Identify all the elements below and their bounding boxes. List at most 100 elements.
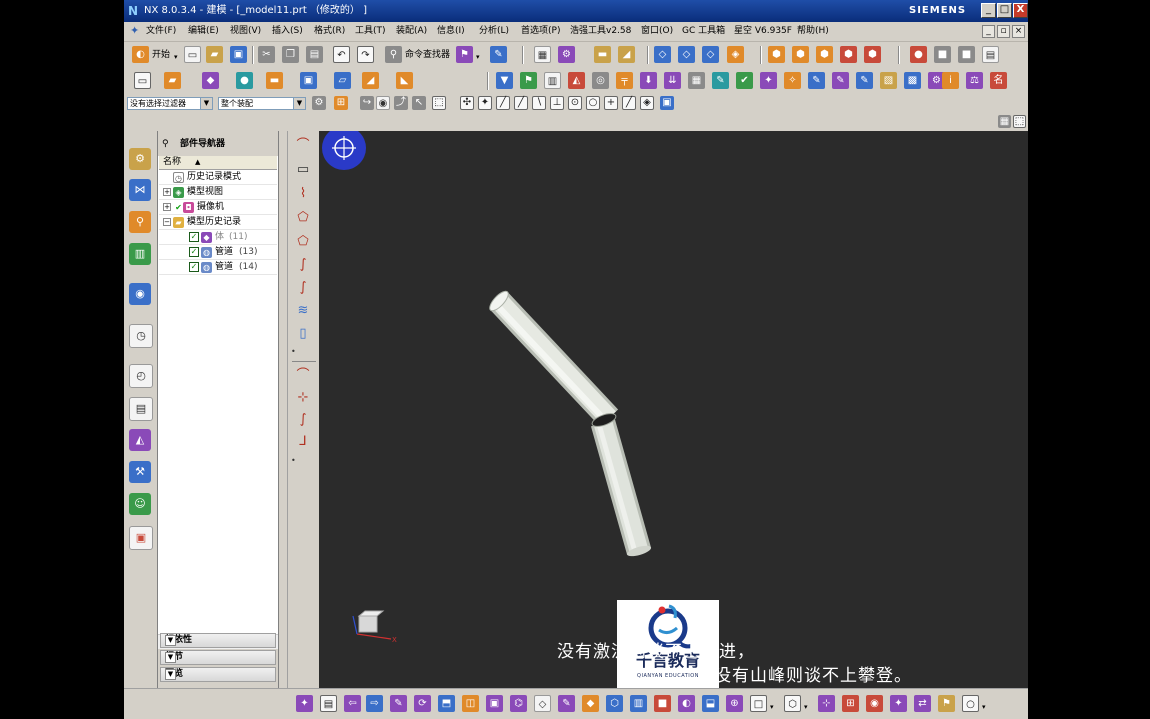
close-button[interactable]: X — [1013, 3, 1028, 18]
fillet-curve-icon[interactable]: ⬠ — [294, 233, 312, 251]
constraint-navigator-icon[interactable]: ⋈ — [129, 179, 151, 201]
solid-tool-2-icon[interactable]: ⬢ — [792, 46, 809, 63]
snap-point-icon[interactable]: ⊞ — [334, 96, 348, 110]
tool-k-icon[interactable]: ⚖ — [966, 72, 983, 89]
surface-tool-2-icon[interactable]: ◇ — [678, 46, 695, 63]
tool-f-icon[interactable]: ✎ — [832, 72, 849, 89]
chamfer-icon[interactable]: ◣ — [396, 72, 413, 89]
flag-icon[interactable]: ⚑ — [938, 695, 955, 712]
link-icon[interactable]: ↪ — [360, 96, 374, 110]
pan-icon[interactable]: ✎ — [390, 695, 407, 712]
bounded-grid-icon[interactable]: ▣ — [660, 96, 674, 110]
minimize-button[interactable]: _ — [981, 3, 996, 18]
document-icon[interactable]: ▤ — [982, 46, 999, 63]
point-on-curve-icon[interactable]: ╱ — [622, 96, 636, 110]
name-column-header[interactable]: 名称 ▲ — [159, 156, 277, 170]
hexagon-dropdown-icon[interactable]: ▾ — [804, 703, 808, 711]
tree-item-history-mode[interactable]: ◷ 历史记录模式 — [159, 170, 277, 185]
wrap-icon[interactable]: ⬇ — [640, 72, 657, 89]
pattern-icon[interactable]: ▣ — [300, 72, 317, 89]
open-folder-icon[interactable]: ▰ — [206, 46, 223, 63]
menu-edit[interactable]: 编辑(E) — [188, 25, 219, 38]
mirror-icon[interactable]: ◭ — [568, 72, 585, 89]
grid-toggle-icon[interactable]: ⊞ — [842, 695, 859, 712]
trim-curve-icon[interactable]: ⌒ — [294, 367, 312, 385]
cut-icon[interactable]: ✂ — [258, 46, 275, 63]
assembly-constraint-icon[interactable]: ╤ — [616, 72, 633, 89]
type-filter-select[interactable]: 没有选择过滤器 ▼ — [127, 97, 213, 110]
dependencies-panel[interactable]: 相依性 ▼ — [160, 633, 276, 648]
pin-icon[interactable]: ⚲ — [162, 136, 169, 152]
pick-icon[interactable]: ⤴ — [394, 96, 408, 110]
edge-display-icon[interactable]: ▥ — [630, 695, 647, 712]
history-icon[interactable]: ◷ — [129, 324, 153, 348]
menu-window[interactable]: 窗口(O) — [641, 25, 673, 38]
layer-settings-icon[interactable]: ▦ — [534, 46, 551, 63]
undo-icon[interactable]: ↶ — [333, 46, 350, 63]
render-style-icon[interactable]: ✎ — [558, 695, 575, 712]
icam-icon[interactable]: i — [942, 72, 959, 89]
solid-tool-5-icon[interactable]: ⬢ — [864, 46, 881, 63]
copy-icon[interactable]: ❐ — [282, 46, 299, 63]
arrow-down-icon[interactable]: ▼ — [496, 72, 513, 89]
new-file-icon[interactable]: ▭ — [184, 46, 201, 63]
arrow-left-icon[interactable]: ⇦ — [344, 695, 361, 712]
doc-minimize-button[interactable]: _ — [982, 25, 995, 38]
tool-e-icon[interactable]: ✎ — [808, 72, 825, 89]
quadrant-icon[interactable]: ○ — [586, 96, 600, 110]
line-snap-icon[interactable]: ╱ — [496, 96, 510, 110]
redo-icon[interactable]: ↷ — [357, 46, 374, 63]
cube-view-icon[interactable]: ▣ — [486, 695, 503, 712]
layer-visible-icon[interactable]: ◉ — [866, 695, 883, 712]
surface-tool-4-icon[interactable]: ◈ — [727, 46, 744, 63]
isometric-icon[interactable]: ◇ — [534, 695, 551, 712]
details-panel[interactable]: 细节 ▼ — [160, 650, 276, 665]
circle-icon[interactable]: ○ — [962, 695, 979, 712]
bridge-curve-icon[interactable]: ⅃ — [294, 433, 312, 451]
view-layout-icon[interactable]: ▦ — [998, 115, 1011, 128]
perspective-icon[interactable]: ◫ — [462, 695, 479, 712]
reuse-library-icon[interactable]: ▥ — [129, 243, 151, 265]
coordinate-icon[interactable]: ⊹ — [818, 695, 835, 712]
selection-dropdown-icon[interactable]: ▾ — [476, 53, 480, 61]
trimetric-icon[interactable]: ⌬ — [510, 695, 527, 712]
spline-icon[interactable]: ∫ — [294, 256, 312, 274]
mid-point-icon[interactable]: ╱ — [514, 96, 528, 110]
tree-item-tube-13[interactable]: ✓ ◍ 管道 (13) — [159, 245, 277, 260]
more-icon[interactable]: • — [291, 456, 296, 465]
menu-view[interactable]: 视图(V) — [230, 25, 261, 38]
arc-center-icon[interactable]: ⊙ — [568, 96, 582, 110]
view-icon[interactable]: ◉ — [376, 96, 390, 110]
extrude-icon[interactable]: ▰ — [164, 72, 181, 89]
assembly-navigator-icon[interactable]: ⚙ — [129, 148, 151, 170]
section-icon[interactable]: ◐ — [678, 695, 695, 712]
book-icon[interactable]: ▥ — [544, 72, 561, 89]
web-browser-icon[interactable]: ◉ — [129, 283, 151, 305]
menu-tools[interactable]: 工具(T) — [355, 25, 386, 38]
solid-tool-3-icon[interactable]: ⬢ — [816, 46, 833, 63]
revolve-icon[interactable]: ◆ — [202, 72, 219, 89]
tool-a-icon[interactable]: ✎ — [712, 72, 729, 89]
tree-item-body[interactable]: ✓ ◆ 体 (11) — [159, 230, 277, 245]
menu-analysis[interactable]: 分析(L) — [479, 25, 509, 38]
display-settings-icon[interactable]: ⚙ — [558, 46, 575, 63]
tree-item-model-history[interactable]: − ▰ 模型历史记录 — [159, 215, 277, 230]
chevron-down-icon[interactable]: ▼ — [293, 98, 305, 109]
rectangle-select-icon[interactable]: ⬚ — [432, 96, 446, 110]
menu-assemblies[interactable]: 装配(A) — [396, 25, 427, 38]
polygon-icon[interactable]: ⬠ — [294, 209, 312, 227]
surface-tool-1-icon[interactable]: ◇ — [654, 46, 671, 63]
snapshot-view-icon[interactable]: ⊕ — [726, 695, 743, 712]
menu-format[interactable]: 格式(R) — [314, 25, 345, 38]
zoom-icon[interactable]: ▤ — [320, 695, 337, 712]
chevron-down-icon[interactable]: ▼ — [165, 652, 176, 663]
point-on-face-icon[interactable]: ◈ — [640, 96, 654, 110]
orient-view-icon[interactable] — [322, 131, 366, 170]
shaded-icon[interactable]: ◆ — [582, 695, 599, 712]
start-dropdown-icon[interactable]: ▾ — [174, 53, 178, 61]
shell-icon[interactable]: ▱ — [334, 72, 351, 89]
clip-icon[interactable]: ⬓ — [702, 695, 719, 712]
chevron-down-icon[interactable]: ▼ — [165, 669, 176, 680]
tool-b-icon[interactable]: ✔ — [736, 72, 753, 89]
rectangle-icon[interactable]: ▭ — [294, 161, 312, 179]
